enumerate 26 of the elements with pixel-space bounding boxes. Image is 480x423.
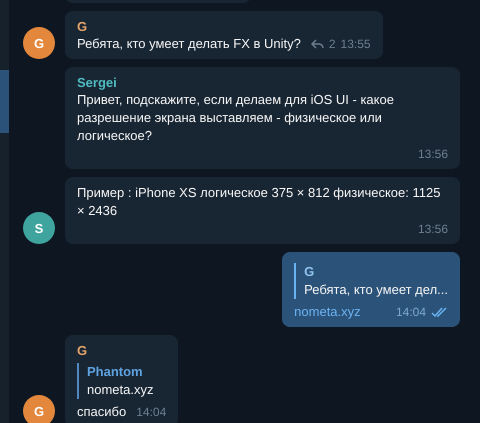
user-avatar[interactable]: G — [23, 27, 55, 59]
sender-name: G — [77, 18, 88, 35]
message-text: Ребята, кто умеет делать FX в Unity? — [77, 35, 301, 53]
sidebar-item[interactable] — [0, 70, 9, 133]
quote-text: Ребята, кто умеет дел... — [304, 281, 448, 299]
message-time: 14:04 — [136, 404, 166, 421]
quote-text: nometa.xyz — [87, 381, 154, 399]
sender-name: Sergei — [77, 74, 118, 91]
message-time: 14:04 — [396, 304, 426, 321]
sender-name: G — [77, 342, 88, 359]
user-avatar[interactable]: S — [23, 212, 55, 244]
reply-icon[interactable] — [310, 39, 324, 49]
user-avatar[interactable]: G — [23, 395, 55, 423]
quote-author: Phantom — [87, 363, 144, 381]
message-time: 13:56 — [418, 221, 448, 238]
sidebar-item[interactable] — [0, 133, 9, 423]
message-time: 13:55 — [340, 36, 371, 53]
message-text: Пример : iPhone XS логическое 375 × 812 физическое: 1125 × 2436 — [77, 184, 442, 220]
message-time: 13:56 — [418, 146, 448, 163]
quote-author: G — [304, 263, 316, 281]
message-text: Привет, подскажите, если делаем для iOS UI - какое разрешение экрана выставляем - физическое или логическое? — [77, 91, 395, 145]
reply-count[interactable]: 2 — [328, 35, 336, 53]
message-text: спасибо — [77, 403, 126, 421]
reply-quote[interactable]: G Ребята, кто умеет дел... — [294, 263, 448, 299]
sidebar-item[interactable] — [0, 0, 9, 70]
message-link[interactable]: nometa.xyz — [294, 303, 361, 321]
